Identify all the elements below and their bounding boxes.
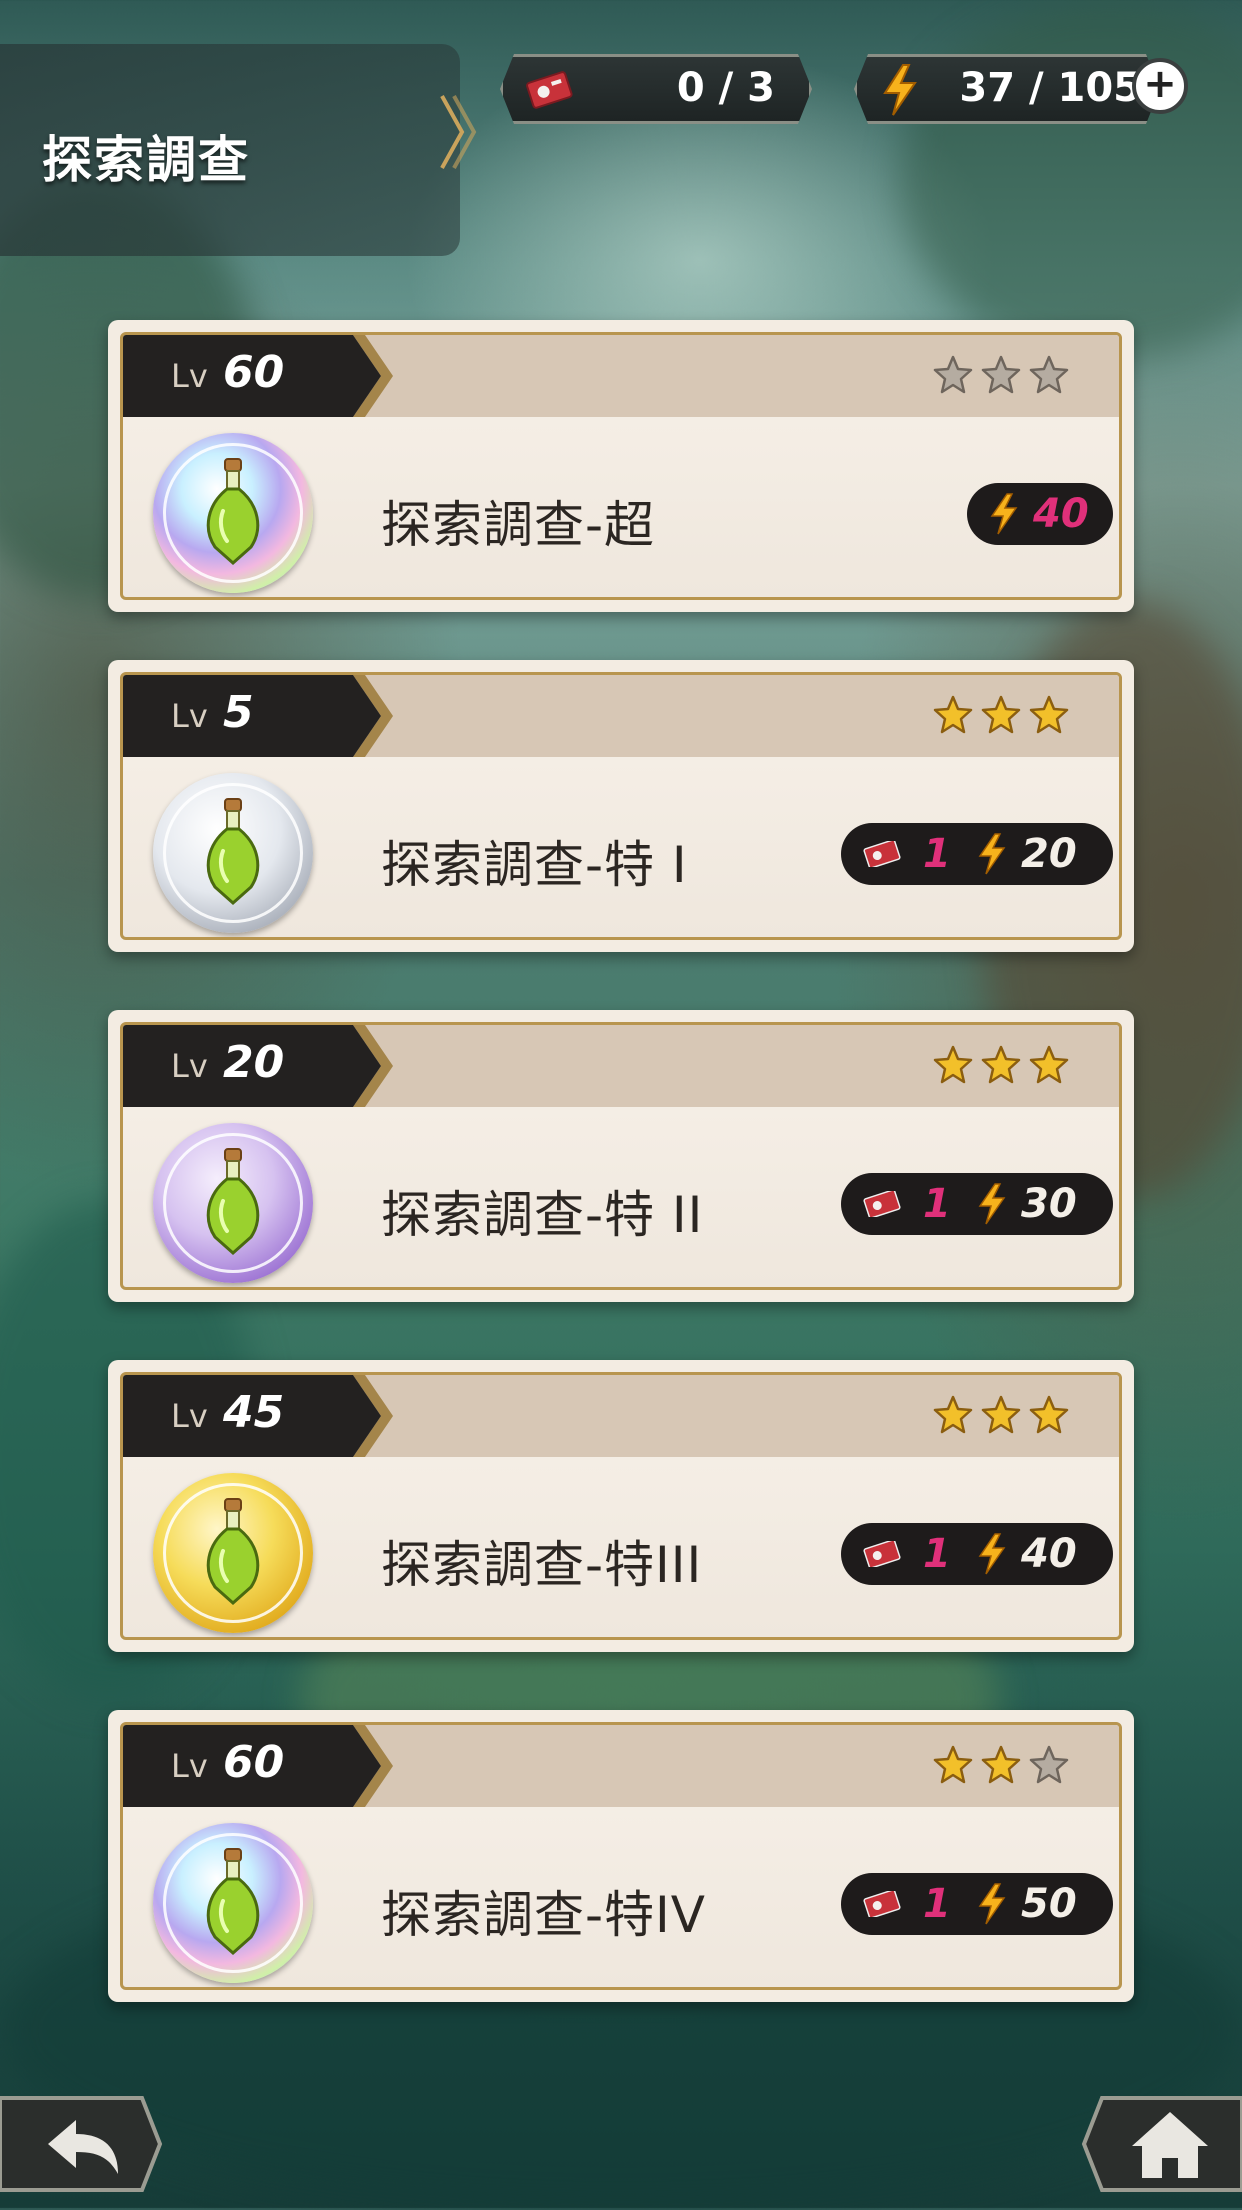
quest-card-frame: Lv 45 探索調查-特III 1 40 — [120, 1372, 1122, 1640]
ticket-icon — [863, 841, 901, 867]
star-empty-icon — [1029, 355, 1069, 394]
star-filled-icon — [933, 1045, 973, 1084]
potion-bottle-icon — [206, 798, 260, 906]
quest-name: 探索調查-特 II — [381, 1186, 704, 1244]
star-rating — [933, 1395, 1069, 1435]
star-empty-icon — [981, 355, 1021, 394]
star-filled-icon — [1029, 1395, 1069, 1434]
star-empty-icon — [1029, 1745, 1069, 1784]
rainbow-potion-icon — [153, 433, 313, 593]
ticket-cost: 1 — [923, 1881, 951, 1927]
stamina-cost: 30 — [1021, 1181, 1077, 1227]
lightning-icon — [978, 1883, 1006, 1925]
star-filled-icon — [933, 1395, 973, 1434]
level-prefix: Lv — [171, 1747, 208, 1785]
level-number: 60 — [223, 347, 285, 398]
ticket-cost: 1 — [923, 831, 951, 877]
stamina-cost: 50 — [1021, 1881, 1077, 1927]
ticket-cost: 1 — [923, 1531, 951, 1577]
star-filled-icon — [981, 695, 1021, 734]
potion-bottle-icon — [206, 1498, 260, 1606]
ticket-icon — [863, 1541, 901, 1567]
star-filled-icon — [1029, 1045, 1069, 1084]
home-button[interactable] — [1080, 2094, 1242, 2194]
gold-potion-icon — [153, 1473, 313, 1633]
quest-card-header: Lv 5 — [123, 675, 1119, 757]
stamina-cost: 40 — [1033, 491, 1089, 537]
quest-card-header: Lv 20 — [123, 1025, 1119, 1107]
star-rating — [933, 1745, 1069, 1785]
level-badge: Lv 60 — [123, 1725, 381, 1807]
ticket-icon — [863, 1891, 901, 1917]
stamina-cost: 20 — [1021, 831, 1077, 877]
star-filled-icon — [933, 1745, 973, 1784]
level-badge: Lv 20 — [123, 1025, 381, 1107]
quest-card[interactable]: Lv 60 探索調查-超 40 — [108, 320, 1134, 612]
star-empty-icon — [933, 355, 973, 394]
star-rating — [933, 1045, 1069, 1085]
quest-card[interactable]: Lv 60 探索調查-特IV 1 50 — [108, 1710, 1134, 2002]
quest-card-header: Lv 60 — [123, 1725, 1119, 1807]
star-filled-icon — [1029, 695, 1069, 734]
cost-pill: 1 20 — [841, 823, 1113, 885]
back-button[interactable] — [0, 2094, 164, 2194]
silver-potion-icon — [153, 773, 313, 933]
lightning-icon — [978, 1533, 1006, 1575]
quest-card-frame: Lv 5 探索調查-特 I 1 20 — [120, 672, 1122, 940]
stamina-count: 37 / 105 — [959, 65, 1141, 111]
cost-pill: 40 — [967, 483, 1113, 545]
cost-pill: 1 50 — [841, 1873, 1113, 1935]
level-badge: Lv 45 — [123, 1375, 381, 1457]
potion-bottle-icon — [206, 458, 260, 566]
quest-card[interactable]: Lv 5 探索調查-特 I 1 20 — [108, 660, 1134, 952]
quest-name: 探索調查-特IV — [381, 1886, 706, 1944]
potion-bottle-icon — [206, 1148, 260, 1256]
cost-pill: 1 30 — [841, 1173, 1113, 1235]
level-badge: Lv 60 — [123, 335, 381, 417]
cost-pill: 1 40 — [841, 1523, 1113, 1585]
ticket-cost: 1 — [923, 1181, 951, 1227]
star-filled-icon — [981, 1045, 1021, 1084]
quest-card[interactable]: Lv 20 探索調查-特 II 1 30 — [108, 1010, 1134, 1302]
quest-card-frame: Lv 60 探索調查-超 40 — [120, 332, 1122, 600]
lightning-icon — [990, 493, 1018, 535]
page-title: 探索調查 — [42, 131, 250, 189]
lightning-icon — [978, 1183, 1006, 1225]
potion-bottle-icon — [206, 1848, 260, 1956]
level-prefix: Lv — [171, 357, 208, 395]
title-chevron-icon — [440, 95, 477, 169]
level-prefix: Lv — [171, 1397, 208, 1435]
quest-name: 探索調查-超 — [381, 496, 656, 554]
star-rating — [933, 695, 1069, 735]
ticket-icon — [523, 69, 575, 109]
star-rating — [933, 355, 1069, 395]
ticket-icon — [863, 1191, 901, 1217]
quest-name: 探索調查-特 I — [381, 836, 688, 894]
add-stamina-button[interactable]: + — [1132, 58, 1188, 114]
level-prefix: Lv — [171, 1047, 208, 1085]
ticket-counter: 0 / 3 — [500, 54, 812, 124]
quest-card-header: Lv 45 — [123, 1375, 1119, 1457]
quest-card-frame: Lv 20 探索調查-特 II 1 30 — [120, 1022, 1122, 1290]
quest-card-header: Lv 60 — [123, 335, 1119, 417]
star-filled-icon — [981, 1395, 1021, 1434]
purple-potion-icon — [153, 1123, 313, 1283]
quest-name: 探索調查-特III — [381, 1536, 703, 1594]
stamina-cost: 40 — [1021, 1531, 1077, 1577]
quest-card-frame: Lv 60 探索調查-特IV 1 50 — [120, 1722, 1122, 1990]
stamina-counter: 37 / 105 — [854, 54, 1160, 124]
quest-card[interactable]: Lv 45 探索調查-特III 1 40 — [108, 1360, 1134, 1652]
star-filled-icon — [981, 1745, 1021, 1784]
level-number: 20 — [223, 1037, 285, 1088]
level-number: 5 — [223, 687, 254, 738]
level-badge: Lv 5 — [123, 675, 381, 757]
star-filled-icon — [933, 695, 973, 734]
level-prefix: Lv — [171, 697, 208, 735]
rainbow-potion-icon — [153, 1823, 313, 1983]
lightning-icon — [978, 833, 1006, 875]
ticket-count: 0 / 3 — [676, 65, 775, 111]
level-number: 60 — [223, 1737, 285, 1788]
level-number: 45 — [223, 1387, 285, 1438]
lightning-icon — [879, 63, 921, 117]
